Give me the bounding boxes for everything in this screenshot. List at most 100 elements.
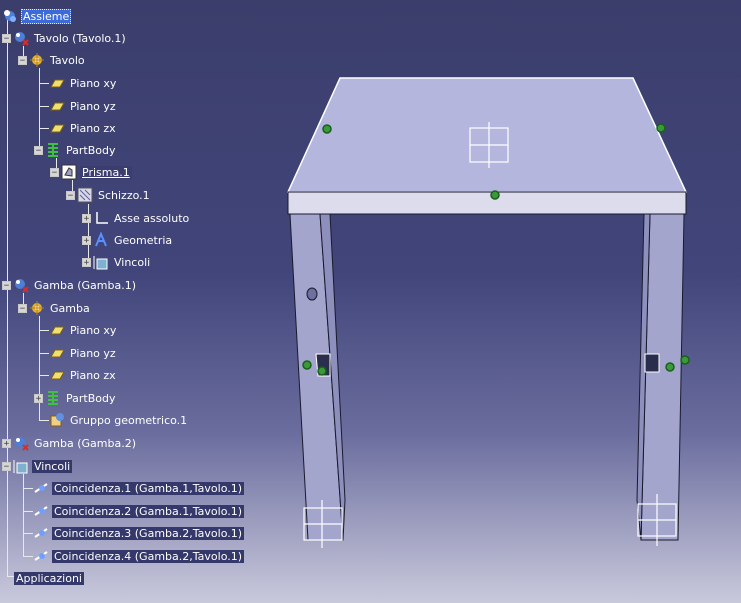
component-icon	[13, 30, 29, 46]
part-icon	[29, 300, 45, 316]
tree-label[interactable]: Schizzo.1	[96, 189, 152, 202]
tree-node-assieme[interactable]: Assieme	[2, 7, 72, 25]
tree-label[interactable]: Piano yz	[68, 347, 118, 360]
tree-line	[23, 474, 24, 556]
tree-label[interactable]: Piano zx	[68, 369, 118, 382]
axis-icon	[93, 210, 109, 226]
expand-toggle[interactable]: +	[82, 257, 91, 267]
collapse-toggle[interactable]: −	[18, 55, 27, 65]
tree-line	[39, 106, 49, 107]
tree-label[interactable]: Vincoli	[32, 459, 73, 473]
tree-node-prisma[interactable]: − Prisma.1	[50, 163, 132, 181]
geometric-set-icon	[49, 412, 65, 428]
tree-label[interactable]: Piano zx	[68, 122, 118, 135]
tree-node-gamba-part[interactable]: − Gamba	[18, 299, 92, 317]
tree-line	[23, 533, 33, 534]
tree-node-coincidenza-1[interactable]: Coincidenza.1 (Gamba.1,Tavolo.1)	[33, 479, 245, 497]
coincidence-constraint-icon	[33, 480, 49, 496]
tree-node-gruppo-geometrico[interactable]: Gruppo geometrico.1	[49, 411, 189, 429]
tree-node-piano-xy[interactable]: Piano xy	[49, 74, 118, 92]
pad-icon	[61, 164, 77, 180]
expand-toggle[interactable]: +	[34, 393, 43, 403]
product-icon	[2, 8, 18, 24]
tree-label[interactable]: Gamba (Gamba.1)	[32, 279, 138, 292]
collapse-toggle[interactable]: −	[2, 280, 11, 290]
tree-label[interactable]: PartBody	[64, 392, 117, 405]
tree-node-gamba1-product[interactable]: − Gamba (Gamba.1)	[2, 276, 138, 294]
tree-label[interactable]: Asse assoluto	[112, 212, 191, 225]
tree-node-coincidenza-2[interactable]: Coincidenza.2 (Gamba.1,Tavolo.1)	[33, 502, 245, 520]
partbody-icon	[45, 142, 61, 158]
tree-label[interactable]: Gamba	[48, 302, 92, 315]
tree-line	[23, 511, 33, 512]
tree-label[interactable]: Piano yz	[68, 100, 118, 113]
tree-label[interactable]: Vincoli	[112, 256, 152, 269]
component-icon	[13, 435, 29, 451]
tree-node-gamba-partbody[interactable]: + PartBody	[34, 389, 117, 407]
tree-line	[39, 420, 49, 421]
tree-node-gamba-piano-xy[interactable]: Piano xy	[49, 321, 118, 339]
constraints-icon	[93, 254, 109, 270]
part-icon	[29, 52, 45, 68]
plane-icon	[49, 322, 65, 338]
collapse-toggle[interactable]: −	[34, 145, 43, 155]
tree-line	[39, 353, 49, 354]
tree-line	[39, 68, 40, 148]
tree-label[interactable]: Geometria	[112, 234, 174, 247]
tree-label[interactable]: Coincidenza.1 (Gamba.1,Tavolo.1)	[52, 481, 245, 495]
tree-label[interactable]: Gamba (Gamba.2)	[32, 437, 138, 450]
tree-node-tavolo-product[interactable]: − Tavolo (Tavolo.1)	[2, 29, 128, 47]
plane-icon	[49, 367, 65, 383]
tree-label[interactable]: Gruppo geometrico.1	[68, 414, 189, 427]
component-icon	[13, 277, 29, 293]
tree-node-piano-zx[interactable]: Piano zx	[49, 119, 118, 137]
tree-label[interactable]: Piano xy	[68, 324, 118, 337]
partbody-icon	[45, 390, 61, 406]
coincidence-constraint-icon	[33, 503, 49, 519]
tree-node-vincoli-sketch[interactable]: + Vincoli	[82, 253, 152, 271]
tree-label[interactable]: PartBody	[64, 144, 117, 157]
tree-node-coincidenza-3[interactable]: Coincidenza.3 (Gamba.2,Tavolo.1)	[33, 524, 245, 542]
tree-node-gamba-piano-zx[interactable]: Piano zx	[49, 366, 118, 384]
tree-label[interactable]: Applicazioni	[14, 571, 84, 585]
tree-label[interactable]: Assieme	[21, 8, 72, 24]
tree-label[interactable]: Piano xy	[68, 77, 118, 90]
collapse-toggle[interactable]: −	[18, 303, 27, 313]
tree-node-gamba2-product[interactable]: + Gamba (Gamba.2)	[2, 434, 138, 452]
collapse-toggle[interactable]: −	[50, 167, 59, 177]
plane-icon	[49, 120, 65, 136]
tree-node-asse-assoluto[interactable]: + Asse assoluto	[82, 209, 191, 227]
tree-label[interactable]: Tavolo	[48, 54, 87, 67]
expand-toggle[interactable]: +	[2, 438, 11, 448]
geometry-icon	[93, 231, 109, 248]
plane-icon	[49, 75, 65, 91]
tree-line	[39, 83, 49, 84]
tree-line	[23, 556, 33, 557]
tree-node-coincidenza-4[interactable]: Coincidenza.4 (Gamba.2,Tavolo.1)	[33, 547, 245, 565]
collapse-toggle[interactable]: −	[66, 190, 75, 200]
plane-icon	[49, 345, 65, 361]
tree-label[interactable]: Tavolo (Tavolo.1)	[32, 32, 128, 45]
expand-toggle[interactable]: +	[82, 235, 91, 245]
tree-node-piano-yz[interactable]: Piano yz	[49, 97, 118, 115]
collapse-toggle[interactable]: −	[2, 33, 11, 43]
coincidence-constraint-icon	[33, 525, 49, 541]
tree-label[interactable]: Coincidenza.2 (Gamba.1,Tavolo.1)	[52, 504, 245, 518]
tree-node-geometria[interactable]: + Geometria	[82, 231, 174, 249]
tree-node-applicazioni[interactable]: Applicazioni	[14, 569, 84, 587]
tree-node-gamba-piano-yz[interactable]: Piano yz	[49, 344, 118, 362]
tree-node-vincoli[interactable]: − Vincoli	[2, 457, 73, 475]
tree-node-schizzo[interactable]: − Schizzo.1	[66, 186, 152, 204]
collapse-toggle[interactable]: −	[2, 461, 11, 471]
sketch-icon	[77, 187, 93, 203]
tree-label[interactable]: Prisma.1	[80, 165, 132, 179]
constraints-icon	[13, 458, 29, 474]
tree-line	[23, 488, 33, 489]
tree-node-partbody[interactable]: − PartBody	[34, 141, 117, 159]
coincidence-constraint-icon	[33, 548, 49, 564]
tree-line	[39, 375, 49, 376]
tree-node-tavolo-part[interactable]: − Tavolo	[18, 51, 87, 69]
tree-label[interactable]: Coincidenza.3 (Gamba.2,Tavolo.1)	[52, 526, 245, 540]
tree-label[interactable]: Coincidenza.4 (Gamba.2,Tavolo.1)	[52, 549, 245, 563]
expand-toggle[interactable]: +	[82, 213, 91, 223]
